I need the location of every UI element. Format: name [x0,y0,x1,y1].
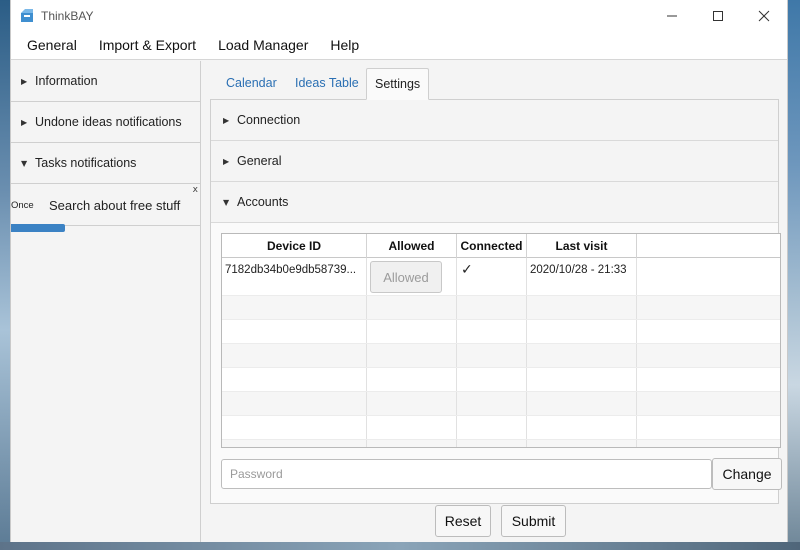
expand-arrow-icon: ▶ [223,115,230,125]
menu-import-export[interactable]: Import & Export [88,37,207,53]
sidebar-section-undone-ideas[interactable]: ▶ Undone ideas notifications [11,102,200,143]
empty-cell [637,258,780,295]
app-logo-icon [19,8,35,24]
section-connection[interactable]: ▶ Connection [211,100,778,141]
menu-general[interactable]: General [11,37,88,53]
last-visit-cell: 2020/10/28 - 21:33 [527,258,637,295]
table-row-empty [222,296,780,320]
column-header-device-id[interactable]: Device ID [222,234,367,258]
expand-arrow-icon: ▶ [223,156,230,166]
section-label: Connection [237,113,301,127]
title-bar: ThinkBAY [11,0,787,31]
table-row[interactable]: 7182db34b0e9db58739... Allowed ✓ 2020/10… [222,258,780,296]
window-title: ThinkBAY [41,8,94,23]
section-general[interactable]: ▶ General [211,141,778,182]
desktop-background-right [788,0,800,550]
table-row-empty [222,368,780,392]
sidebar-section-label: Information [35,74,98,88]
collapse-arrow-icon: ▼ [21,158,28,168]
column-header-last-visit[interactable]: Last visit [527,234,637,258]
device-id-cell: 7182db34b0e9db58739... [222,258,367,295]
accounts-table: Device ID Allowed Connected Last visit 7… [221,233,781,448]
maximize-icon [713,10,723,21]
sidebar-section-information[interactable]: ▶ Information [11,61,200,102]
tab-settings[interactable]: Settings [366,68,430,100]
desktop-background-left [0,0,10,550]
tab-calendar[interactable]: Calendar [218,68,285,100]
table-row-empty [222,320,780,344]
reset-button[interactable]: Reset [435,505,491,537]
device-id-text: 7182db34b0e9db58739... [225,264,357,276]
footer-buttons: Reset Submit [210,504,779,538]
column-header-allowed[interactable]: Allowed [367,234,457,258]
expand-arrow-icon: ▶ [21,76,28,86]
checkmark-icon: ✓ [461,262,473,278]
sidebar-section-tasks[interactable]: ▼ Tasks notifications [11,143,200,184]
sidebar: ▶ Information ▶ Undone ideas notificatio… [11,61,201,542]
notification-close-icon[interactable]: x [193,185,198,195]
minimize-button[interactable] [649,0,695,31]
body-area: ▶ Information ▶ Undone ideas notificatio… [11,61,787,542]
table-row-empty [222,344,780,368]
minimize-icon [667,15,677,16]
table-row-empty [222,392,780,416]
collapse-arrow-icon: ▼ [223,197,230,207]
column-header-empty [637,234,780,258]
table-row-empty [222,440,780,447]
change-button[interactable]: Change [712,458,782,490]
notification-progress-bar [11,224,65,232]
settings-content: ▶ Connection ▶ General ▼ Accounts Device… [210,100,782,504]
table-header: Device ID Allowed Connected Last visit [222,234,780,258]
maximize-button[interactable] [695,0,741,31]
menu-bar: General Import & Export Load Manager Hel… [11,31,787,60]
sidebar-section-label: Tasks notifications [35,156,137,170]
section-label: Accounts [237,195,289,209]
window-controls [649,0,787,31]
tab-ideas-table[interactable]: Ideas Table [287,68,367,100]
menu-load-manager[interactable]: Load Manager [207,37,319,53]
section-accounts[interactable]: ▼ Accounts [211,182,778,223]
task-notification[interactable]: x Once Search about free stuff [11,184,200,226]
close-icon [758,10,770,21]
section-label: General [237,154,282,168]
connected-cell: ✓ [457,258,527,295]
column-header-connected[interactable]: Connected [457,234,527,258]
menu-help[interactable]: Help [319,37,370,53]
main-panel: Calendar Ideas Table Settings ▶ Connecti… [210,61,782,542]
allowed-button[interactable]: Allowed [370,261,442,293]
password-field[interactable] [221,459,712,489]
tab-bar: Calendar Ideas Table Settings [210,61,779,100]
allowed-cell: Allowed [367,258,457,295]
accounts-panel: Device ID Allowed Connected Last visit 7… [211,223,782,501]
notification-text: Search about free stuff [49,198,181,213]
desktop-background-bottom [0,542,800,550]
table-row-empty [222,416,780,440]
notification-frequency: Once [11,200,34,211]
app-window: ThinkBAY General Import & Export Load Ma… [10,0,788,542]
submit-button[interactable]: Submit [501,505,566,537]
close-button[interactable] [741,0,787,31]
sidebar-section-label: Undone ideas notifications [35,115,182,129]
expand-arrow-icon: ▶ [21,117,28,127]
last-visit-text: 2020/10/28 - 21:33 [530,264,627,276]
